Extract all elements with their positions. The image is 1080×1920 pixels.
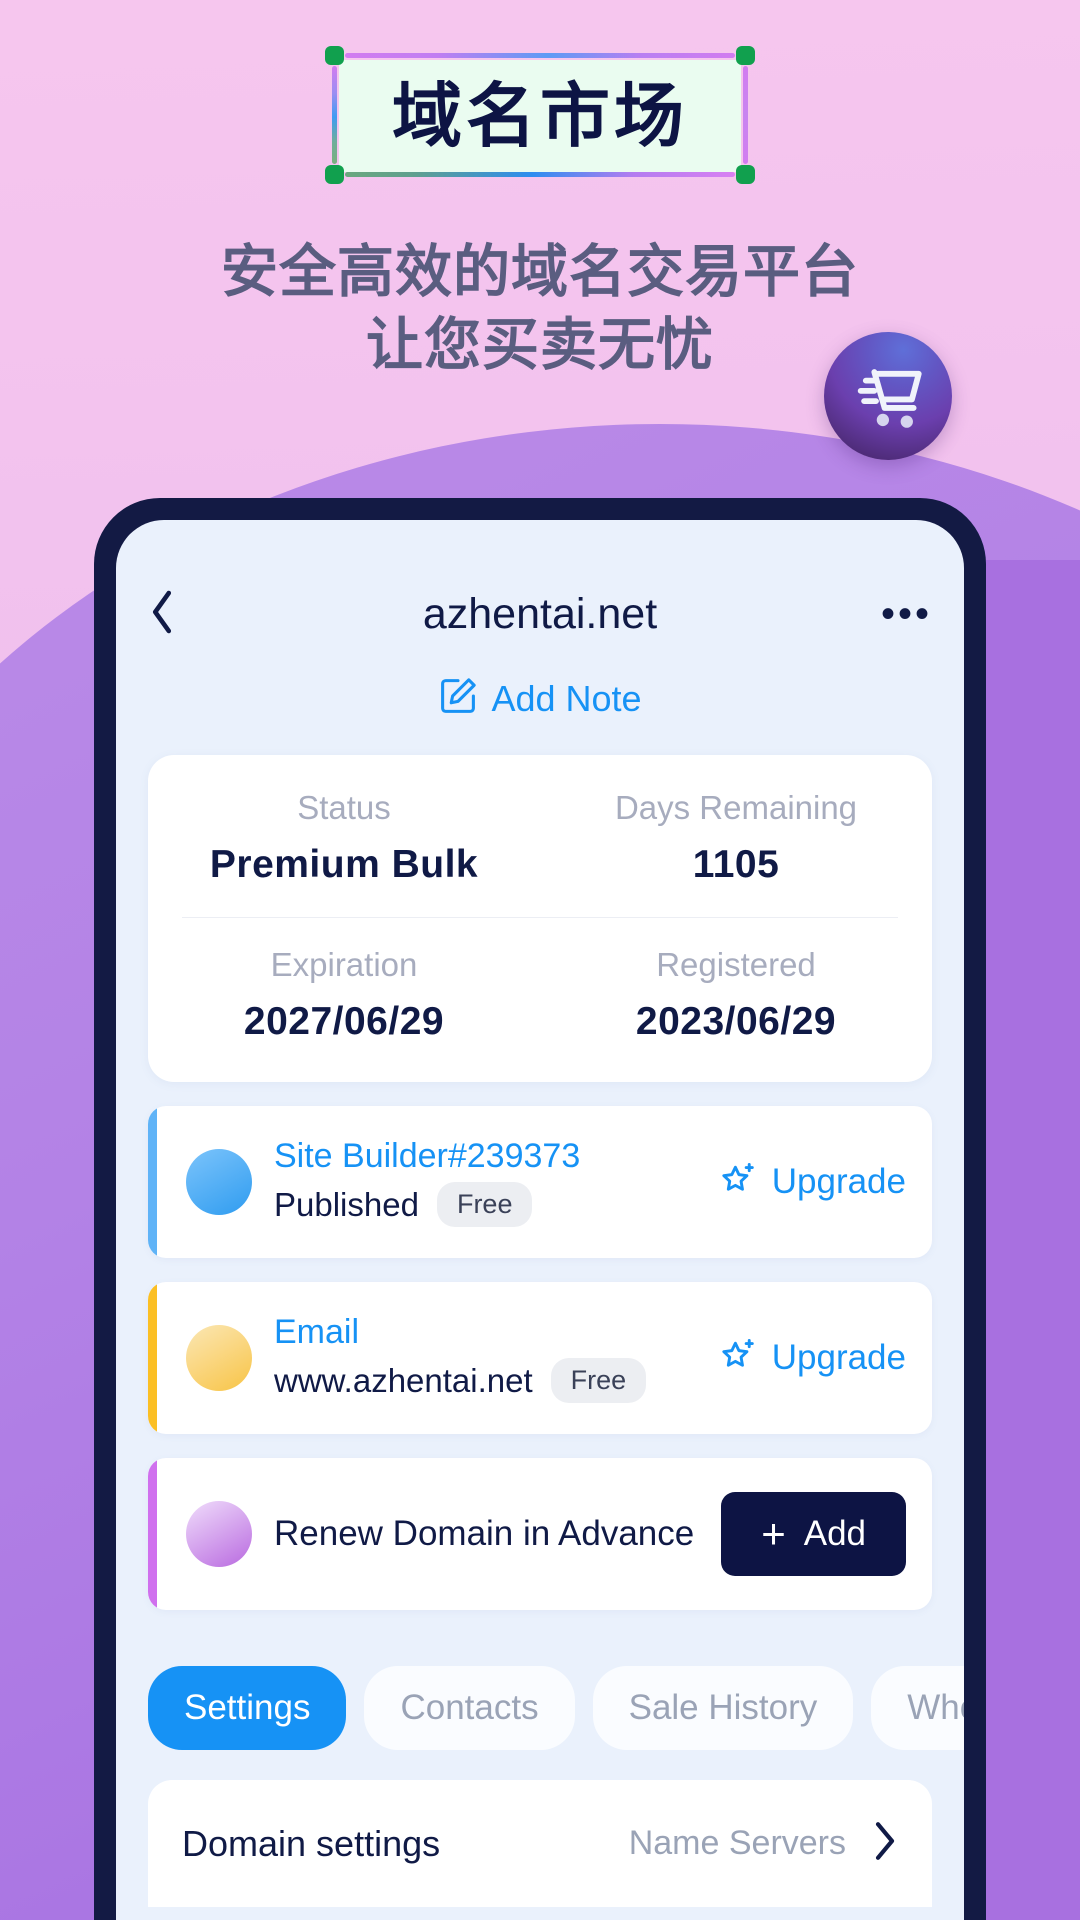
add-button[interactable]: + Add — [721, 1492, 906, 1576]
headline-section: 域名市场 — [0, 38, 1080, 198]
app-navbar: azhentai.net ••• — [148, 562, 932, 666]
upgrade-label: Upgrade — [771, 1338, 906, 1377]
sparkle-star-icon — [720, 1158, 760, 1207]
stat-value: 1105 — [692, 843, 780, 886]
tab-contacts[interactable]: Contacts — [364, 1666, 575, 1750]
stat-value: 2027/06/29 — [243, 1000, 445, 1043]
service-row-site-builder[interactable]: Site Builder#239373 Published Free Upgra… — [148, 1106, 932, 1258]
row-subtitle: www.azhentai.net — [274, 1361, 533, 1399]
tab-bar[interactable]: Settings Contacts Sale History Whois Sta… — [148, 1666, 964, 1750]
domain-settings-label: Domain settings — [182, 1822, 441, 1864]
stat-value: 2023/06/29 — [635, 1000, 837, 1043]
stat-label: Expiration — [270, 946, 418, 983]
row-body: Renew Domain in Advance — [274, 1514, 721, 1554]
headline-border-top — [345, 53, 735, 58]
stat-status: Status Premium Bulk — [148, 789, 540, 887]
corner-marker-top-right — [736, 46, 755, 65]
row-accent-bar — [148, 1458, 157, 1610]
phone-frame: azhentai.net ••• Add Note Status Premium… — [94, 498, 986, 1920]
back-button[interactable] — [148, 589, 202, 640]
status-grid-top: Status Premium Bulk Days Remaining 1105 — [148, 789, 932, 887]
stat-label: Days Remaining — [614, 789, 858, 826]
row-title[interactable]: Site Builder#239373 — [274, 1137, 708, 1176]
upgrade-button[interactable]: Upgrade — [720, 1158, 906, 1207]
upgrade-button[interactable]: Upgrade — [720, 1334, 906, 1383]
row-body: Email www.azhentai.net Free — [274, 1313, 708, 1403]
corner-marker-bottom-right — [736, 165, 755, 184]
stat-label: Registered — [656, 946, 816, 983]
headline-border-right — [743, 66, 748, 164]
row-title[interactable]: Email — [274, 1313, 708, 1352]
shopping-cart-icon — [824, 332, 952, 460]
row-subline: Published Free — [274, 1182, 708, 1227]
add-button-label: Add — [803, 1514, 866, 1553]
stat-label: Status — [297, 789, 391, 826]
headline-text: 域名市场 — [392, 77, 688, 155]
row-subline: www.azhentai.net Free — [274, 1358, 708, 1403]
service-row-email[interactable]: Email www.azhentai.net Free Upgrade — [148, 1282, 932, 1434]
status-badge: Free — [436, 1182, 533, 1227]
stat-registered: Registered 2023/06/29 — [540, 946, 932, 1044]
tab-settings[interactable]: Settings — [148, 1666, 347, 1750]
avatar — [186, 1501, 252, 1567]
sparkle-star-icon — [720, 1334, 760, 1383]
status-card: Status Premium Bulk Days Remaining 1105 … — [148, 755, 932, 1082]
headline-border-bottom — [345, 172, 735, 177]
row-accent-bar — [148, 1106, 157, 1258]
status-divider — [182, 917, 898, 918]
tab-sale-history[interactable]: Sale History — [592, 1666, 854, 1750]
row-subtitle: Published — [274, 1185, 419, 1223]
row-title: Renew Domain in Advance — [274, 1514, 695, 1553]
headline-frame: 域名市场 — [317, 38, 763, 190]
stat-value: Premium Bulk — [209, 843, 479, 886]
name-servers-value: Name Servers — [628, 1824, 846, 1862]
poster-canvas: 域名市场 安全高效的域名交易平台 让您买卖无忧 azhentai.net •••… — [0, 0, 1080, 1920]
chevron-left-icon — [148, 589, 176, 640]
stat-days-remaining: Days Remaining 1105 — [540, 789, 932, 887]
chevron-right-icon — [872, 1820, 898, 1867]
status-badge: Free — [550, 1358, 647, 1403]
add-note-button[interactable]: Add Note — [148, 676, 932, 721]
plus-icon: + — [761, 1510, 786, 1558]
phone-screen: azhentai.net ••• Add Note Status Premium… — [116, 520, 964, 1920]
row-body: Site Builder#239373 Published Free — [274, 1137, 708, 1227]
corner-marker-top-left — [325, 46, 344, 65]
avatar — [186, 1149, 252, 1215]
subtitle-line-1: 安全高效的域名交易平台 — [221, 240, 859, 304]
more-menu-button[interactable]: ••• — [878, 594, 932, 634]
stat-expiration: Expiration 2027/06/29 — [148, 946, 540, 1044]
page-title: azhentai.net — [422, 589, 658, 638]
headline-box: 域名市场 — [339, 60, 741, 172]
headline-border-left — [332, 66, 337, 164]
add-note-label: Add Note — [491, 677, 642, 719]
corner-marker-bottom-left — [325, 165, 344, 184]
status-grid-bottom: Expiration 2027/06/29 Registered 2023/06… — [148, 946, 932, 1044]
edit-note-icon — [438, 676, 478, 721]
row-accent-bar — [148, 1282, 157, 1434]
domain-settings-row[interactable]: Domain settings Name Servers — [148, 1780, 932, 1907]
service-row-renew-domain[interactable]: Renew Domain in Advance + Add — [148, 1458, 932, 1610]
avatar — [186, 1325, 252, 1391]
upgrade-label: Upgrade — [771, 1162, 906, 1201]
tab-whois-stats[interactable]: Whois Stats — [871, 1666, 964, 1750]
